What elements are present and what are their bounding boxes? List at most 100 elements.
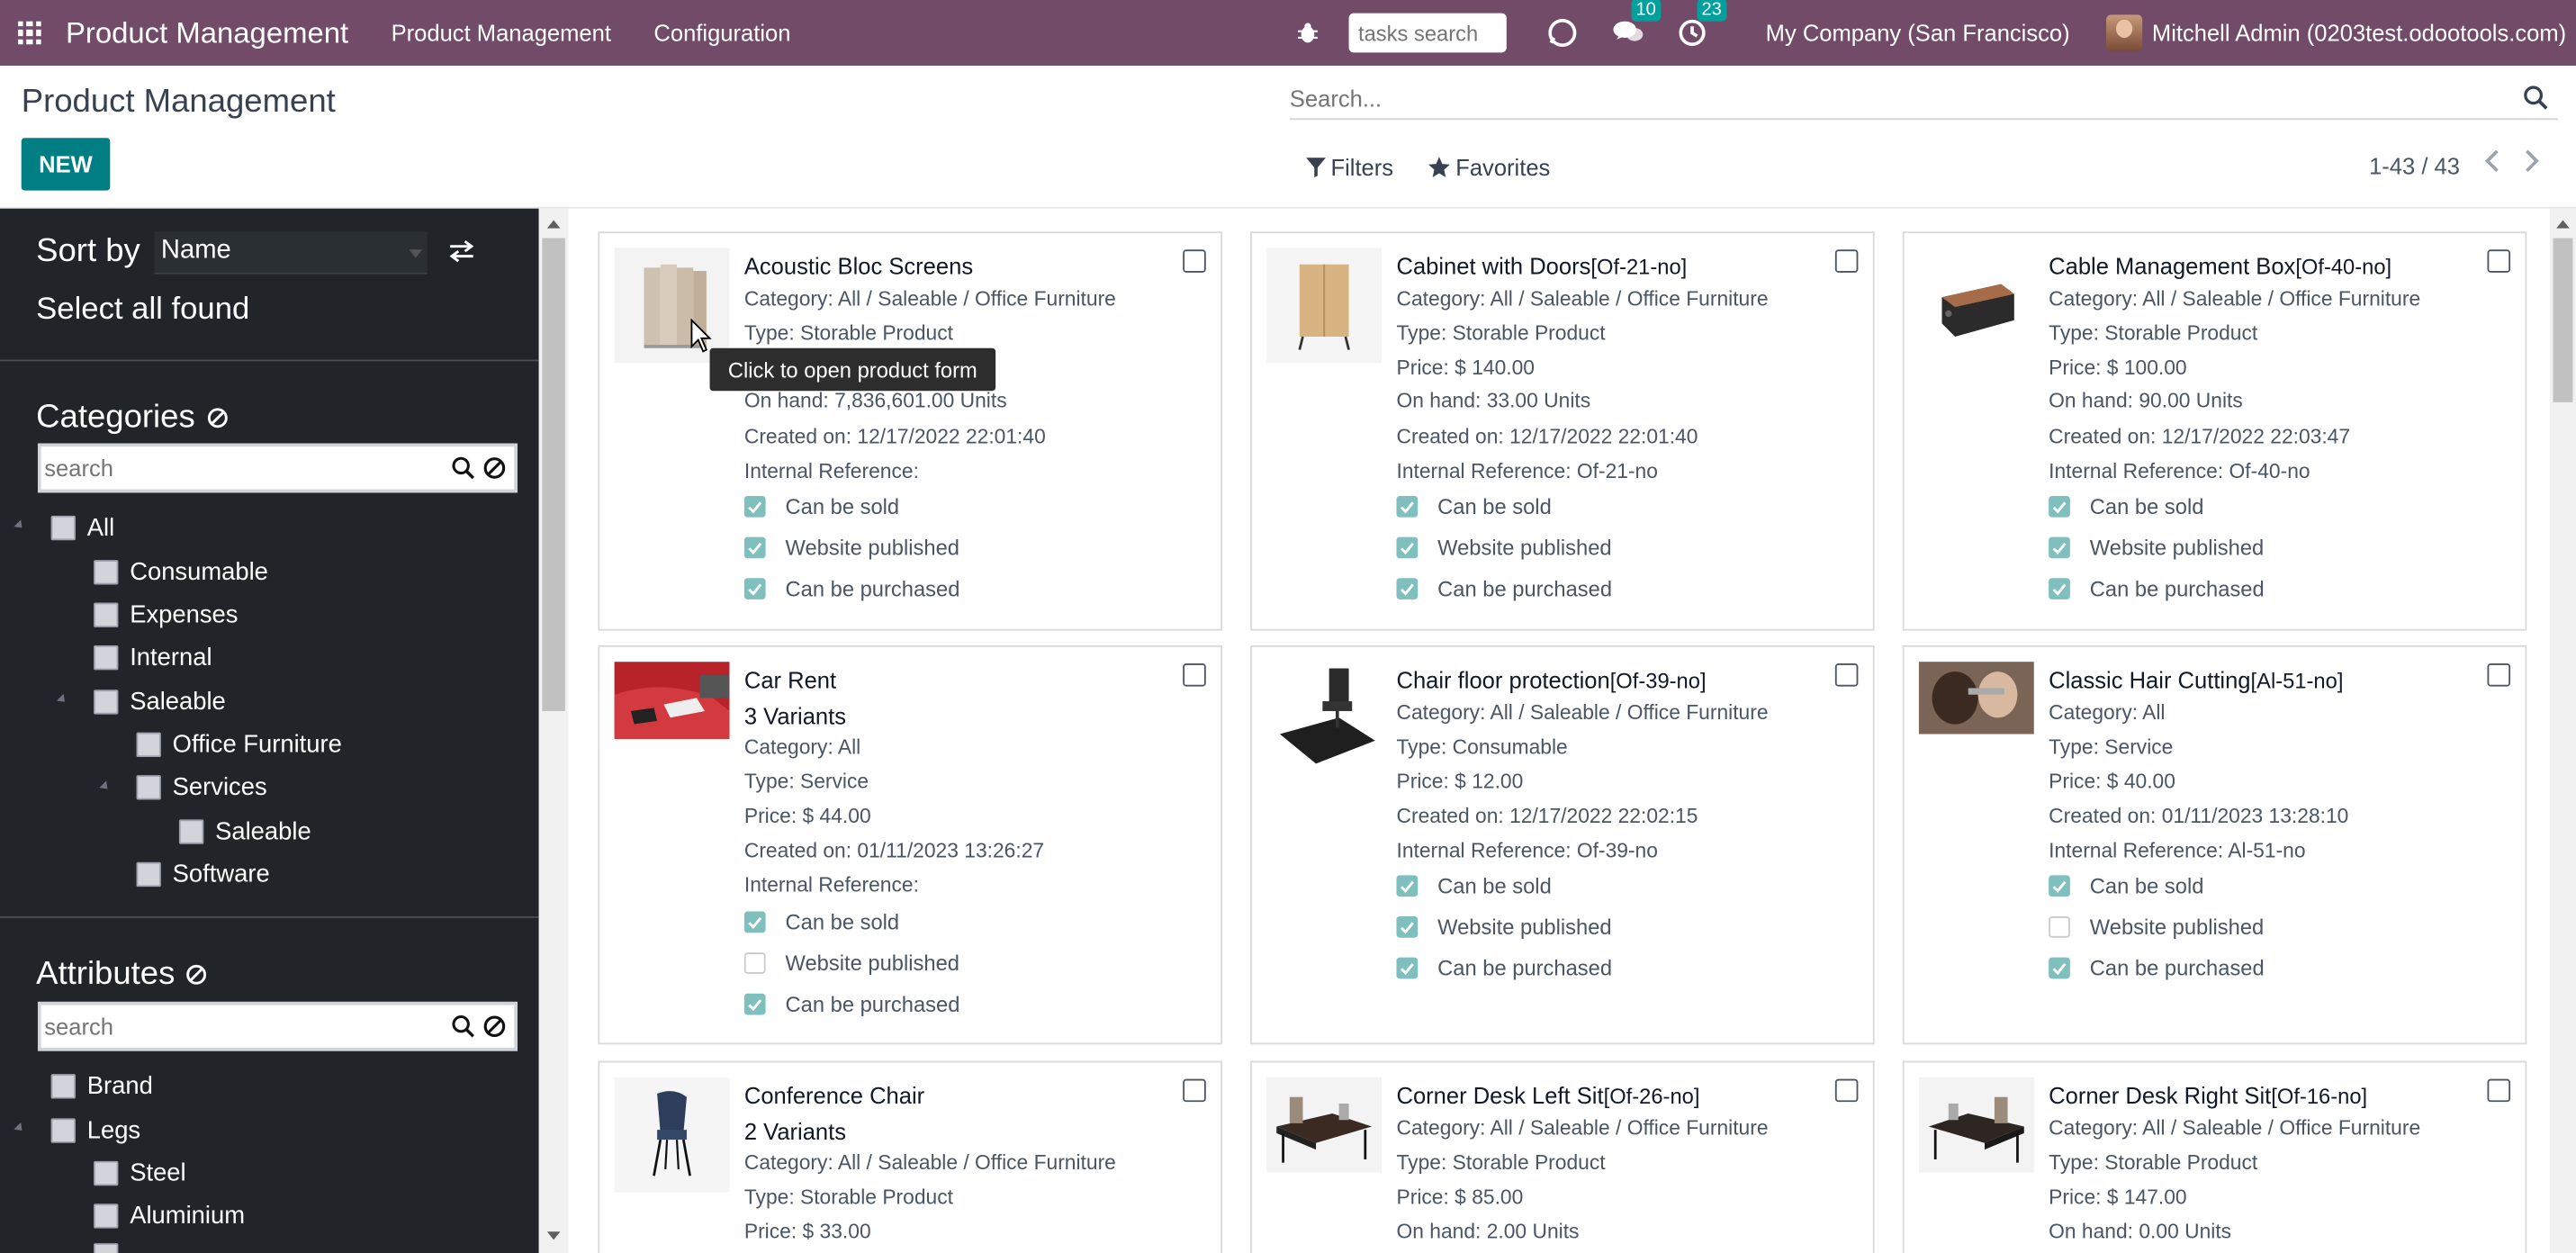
- new-button[interactable]: NEW: [21, 138, 111, 191]
- attribute-checkbox[interactable]: [50, 1118, 76, 1143]
- product-name[interactable]: Chair floor protection[Of-39-no]: [1397, 667, 1707, 693]
- scrollbar-thumb[interactable]: [2553, 238, 2573, 402]
- category-checkbox[interactable]: [94, 645, 119, 671]
- messages-icon[interactable]: 10: [1611, 0, 1662, 48]
- category-expenses[interactable]: Expenses: [94, 601, 238, 629]
- category-services-saleable[interactable]: Saleable: [178, 818, 311, 846]
- user-menu[interactable]: Mitchell Admin (0203test.odootools.com): [2105, 14, 2566, 51]
- chevron-right-icon[interactable]: [2524, 149, 2540, 181]
- chevron-left-icon[interactable]: [2484, 149, 2500, 181]
- attribute-partial[interactable]: [94, 1243, 130, 1253]
- main-scrollbar[interactable]: [2549, 208, 2576, 1253]
- clear-icon[interactable]: [206, 407, 228, 428]
- sort-direction-icon[interactable]: [448, 239, 474, 263]
- activities-clock-icon[interactable]: 23: [1677, 0, 1727, 48]
- product-image: [1266, 662, 1383, 777]
- product-name[interactable]: Corner Desk Left Sit[Of-26-no]: [1397, 1082, 1700, 1108]
- product-image: [1266, 1077, 1383, 1173]
- product-name[interactable]: Cabinet with Doors[Of-21-no]: [1397, 253, 1688, 279]
- product-created-on: Created on: 01/11/2023 13:26:27: [743, 839, 1045, 862]
- category-internal[interactable]: Internal: [94, 644, 212, 672]
- attributes-search-input[interactable]: [41, 1006, 436, 1047]
- categories-search-input[interactable]: [41, 448, 436, 488]
- search-icon[interactable]: [452, 1014, 475, 1038]
- product-card[interactable]: Conference Chair 2 Variants Category: Al…: [598, 1060, 1223, 1253]
- product-created-on: Created on: 12/17/2022 22:03:47: [2049, 425, 2351, 449]
- can-be-sold-check: Can be sold: [1396, 494, 1552, 519]
- scroll-up-icon[interactable]: [2556, 220, 2570, 229]
- favorites-button[interactable]: Favorites: [1428, 154, 1550, 181]
- product-card[interactable]: Cable Management Box[Of-40-no] Category:…: [1902, 231, 2527, 631]
- category-services[interactable]: Services: [136, 773, 267, 801]
- category-software[interactable]: Software: [136, 861, 270, 888]
- menu-product-management[interactable]: Product Management: [392, 20, 611, 46]
- attribute-checkbox[interactable]: [94, 1160, 119, 1186]
- attribute-aluminium[interactable]: Aluminium: [94, 1202, 245, 1230]
- attribute-brand[interactable]: Brand: [50, 1072, 153, 1100]
- scroll-down-icon[interactable]: [546, 1231, 561, 1240]
- product-card[interactable]: Corner Desk Left Sit[Of-26-no] Category:…: [1250, 1060, 1875, 1253]
- product-card[interactable]: Acoustic Bloc Screens Category: All / Sa…: [598, 231, 1223, 631]
- product-card[interactable]: Cabinet with Doors[Of-21-no] Category: A…: [1250, 231, 1875, 631]
- scroll-up-icon[interactable]: [546, 220, 561, 229]
- category-checkbox[interactable]: [94, 560, 119, 585]
- scrollbar-thumb[interactable]: [542, 238, 565, 711]
- card-select-checkbox[interactable]: [1834, 663, 1859, 687]
- card-select-checkbox[interactable]: [1183, 1078, 1206, 1103]
- category-all[interactable]: All: [50, 514, 114, 542]
- filters-button[interactable]: Filters: [1306, 154, 1393, 181]
- category-checkbox[interactable]: [94, 690, 119, 715]
- website-published-check: Website published: [2049, 915, 2264, 940]
- apps-menu-icon[interactable]: [4, 0, 56, 66]
- attribute-checkbox[interactable]: [94, 1243, 119, 1253]
- card-select-checkbox[interactable]: [1183, 663, 1206, 687]
- category-checkbox[interactable]: [136, 861, 161, 888]
- sidebar-scrollbar[interactable]: [538, 208, 569, 1253]
- product-card[interactable]: Classic Hair Cutting[Al-51-no] Category:…: [1902, 645, 2527, 1045]
- search-icon[interactable]: [2524, 86, 2548, 110]
- bug-icon[interactable]: [1296, 22, 1320, 45]
- clear-icon[interactable]: [186, 964, 208, 986]
- product-name[interactable]: Classic Hair Cutting[Al-51-no]: [2049, 667, 2343, 693]
- category-checkbox[interactable]: [136, 732, 161, 758]
- category-checkbox[interactable]: [136, 775, 161, 800]
- clear-icon[interactable]: [483, 456, 507, 480]
- category-office-furniture[interactable]: Office Furniture: [136, 731, 342, 759]
- search-icon[interactable]: [452, 456, 475, 480]
- clear-icon[interactable]: [483, 1014, 507, 1038]
- company-switcher[interactable]: My Company (San Francisco): [1766, 20, 2070, 46]
- app-brand[interactable]: Product Management: [66, 15, 348, 50]
- attribute-checkbox[interactable]: [50, 1074, 76, 1099]
- card-select-checkbox[interactable]: [1834, 249, 1859, 273]
- search-input[interactable]: [1289, 84, 2506, 112]
- card-select-checkbox[interactable]: [2487, 1078, 2511, 1103]
- attribute-steel[interactable]: Steel: [94, 1159, 186, 1187]
- card-select-checkbox[interactable]: [1183, 249, 1206, 273]
- category-checkbox[interactable]: [178, 819, 204, 844]
- card-select-checkbox[interactable]: [1834, 1078, 1859, 1103]
- menu-configuration[interactable]: Configuration: [653, 20, 790, 46]
- sort-select[interactable]: Name: [154, 231, 428, 275]
- attribute-legs[interactable]: Legs: [50, 1117, 140, 1145]
- product-price: Price: $ 12.00: [1396, 770, 1524, 794]
- category-consumable[interactable]: Consumable: [94, 558, 268, 586]
- category-checkbox[interactable]: [94, 602, 119, 627]
- card-select-checkbox[interactable]: [2487, 249, 2511, 273]
- product-name[interactable]: Car Rent: [744, 667, 836, 693]
- pager-value[interactable]: 1-43 / 43: [2369, 153, 2460, 179]
- product-name[interactable]: Corner Desk Right Sit[Of-16-no]: [2049, 1082, 2367, 1108]
- card-select-checkbox[interactable]: [2487, 663, 2511, 687]
- product-card[interactable]: Car Rent 3 Variants Category: All Type: …: [598, 645, 1223, 1045]
- product-card[interactable]: Chair floor protection[Of-39-no] Categor…: [1250, 645, 1875, 1045]
- attribute-checkbox[interactable]: [94, 1203, 119, 1229]
- category-saleable[interactable]: Saleable: [94, 688, 226, 716]
- product-name[interactable]: Conference Chair: [744, 1082, 924, 1108]
- product-name[interactable]: Acoustic Bloc Screens: [744, 253, 973, 279]
- category-checkbox[interactable]: [50, 515, 76, 541]
- product-card[interactable]: Corner Desk Right Sit[Of-16-no] Category…: [1902, 1060, 2527, 1253]
- product-name[interactable]: Cable Management Box[Of-40-no]: [2049, 253, 2391, 279]
- tasks-search-input[interactable]: [1348, 13, 1507, 53]
- discuss-icon[interactable]: [1545, 16, 1579, 49]
- select-all-found[interactable]: Select all found: [36, 293, 249, 329]
- product-category: Category: All / Saleable / Office Furnit…: [1396, 287, 1769, 311]
